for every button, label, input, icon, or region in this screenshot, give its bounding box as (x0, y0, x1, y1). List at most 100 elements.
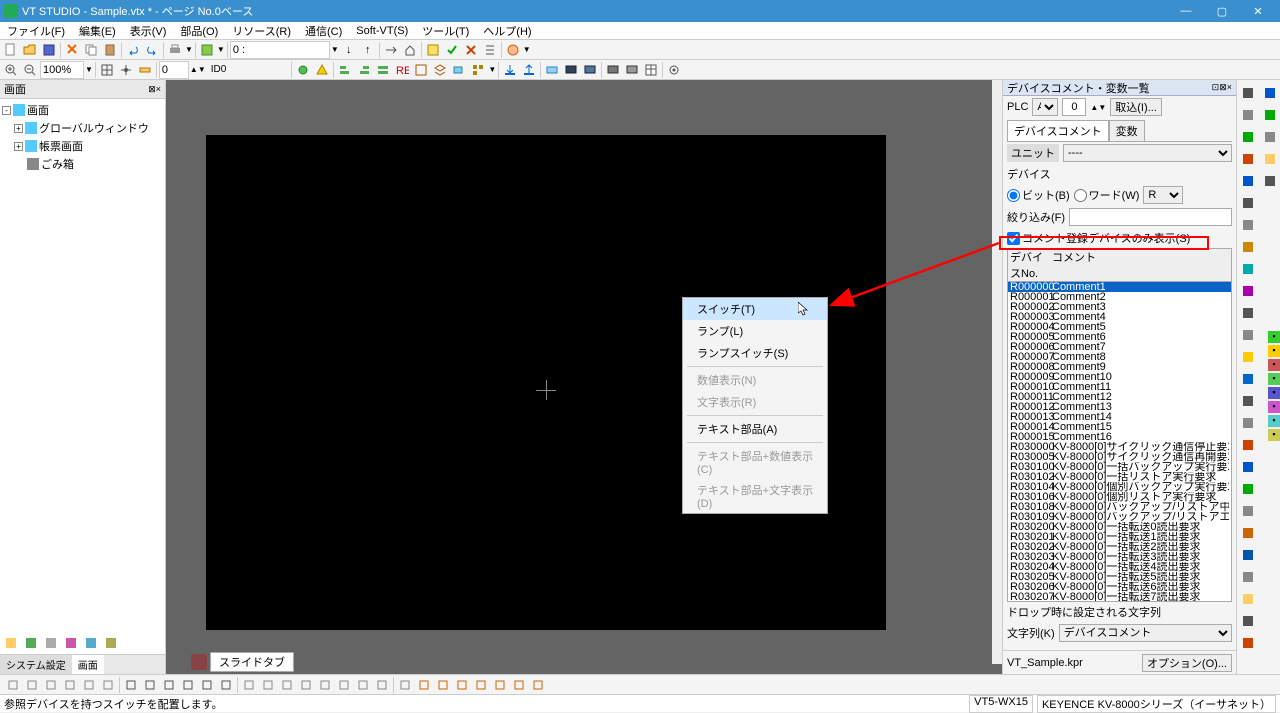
tree-item[interactable]: +グローバルウィンドウ (2, 119, 163, 137)
tab-screen[interactable]: 画面 (72, 655, 104, 674)
vtool-22-icon[interactable] (1238, 567, 1258, 587)
btm-tool-8-icon[interactable] (160, 676, 178, 694)
tree-item[interactable]: +帳票画面 (2, 137, 163, 155)
menu-item[interactable]: 部品(O) (173, 22, 225, 40)
tree-tool-1-icon[interactable] (2, 634, 20, 652)
btm-tool-20-icon[interactable] (396, 676, 414, 694)
page-up-icon[interactable]: ↑ (359, 41, 377, 59)
vtool-30-icon[interactable] (1260, 171, 1280, 191)
btm-tool-26-icon[interactable] (510, 676, 528, 694)
menu-item[interactable]: 編集(E) (72, 22, 123, 40)
vtool-17-icon[interactable] (1238, 457, 1258, 477)
zoom-combo[interactable] (40, 61, 84, 79)
btm-tool-24-icon[interactable] (472, 676, 490, 694)
btm-tool-14-icon[interactable] (278, 676, 296, 694)
vtool-5-icon[interactable] (1238, 193, 1258, 213)
right-edge-tools[interactable]: ▪▪ ▪▪ ▪▪ ▪▪ (1268, 330, 1280, 442)
option-button[interactable]: オプション(O)... (1142, 654, 1232, 672)
btm-tool-17-icon[interactable] (335, 676, 353, 694)
menu-item[interactable]: ヘルプ(H) (476, 22, 538, 40)
panel-pin-icon[interactable]: ⊡⊠× (1212, 82, 1232, 93)
menu-item[interactable]: 通信(C) (298, 22, 349, 40)
arrow-nav-icon[interactable] (382, 41, 400, 59)
slide-tab[interactable]: スライドタブ (210, 652, 294, 672)
vtool-20-icon[interactable] (1238, 523, 1258, 543)
panel-close-icon[interactable]: ⊠× (148, 84, 161, 95)
btm-tool-2-icon[interactable] (42, 676, 60, 694)
comment-only-checkbox[interactable]: コメント登録デバイスのみ表示(S) (1007, 230, 1190, 246)
canvas-scroll-v[interactable] (992, 80, 1002, 664)
vtool-10-icon[interactable] (1238, 303, 1258, 323)
slide-preview-icon[interactable] (190, 653, 208, 671)
word-type-select[interactable]: R (1143, 186, 1183, 204)
string-type-select[interactable]: デバイスコメント (1059, 624, 1232, 642)
vtool-3-icon[interactable] (1238, 149, 1258, 169)
device-list[interactable]: デバイスNo.コメント R000000Comment1R000001Commen… (1007, 248, 1232, 602)
tab-variable[interactable]: 変数 (1109, 120, 1145, 141)
connect-icon[interactable] (543, 61, 561, 79)
btm-tool-9-icon[interactable] (179, 676, 197, 694)
vtool-24-icon[interactable] (1238, 611, 1258, 631)
layer-icon[interactable] (431, 61, 449, 79)
vtool-13-icon[interactable] (1238, 369, 1258, 389)
minimize-button[interactable]: — (1168, 0, 1204, 22)
new-button[interactable] (2, 41, 20, 59)
tree-tool-6-icon[interactable] (102, 634, 120, 652)
alarm-icon[interactable] (313, 61, 331, 79)
btm-tool-19-icon[interactable] (373, 676, 391, 694)
btm-tool-5-icon[interactable] (99, 676, 117, 694)
btm-tool-12-icon[interactable] (240, 676, 258, 694)
vtool-4-icon[interactable] (1238, 171, 1258, 191)
print-button[interactable] (166, 41, 184, 59)
copy-button[interactable] (82, 41, 100, 59)
vtool-26-icon[interactable] (1260, 83, 1280, 103)
filter-input[interactable] (1069, 208, 1232, 226)
btm-tool-18-icon[interactable] (354, 676, 372, 694)
context-item[interactable]: ランプ(L) (683, 320, 827, 342)
export-icon[interactable] (520, 61, 538, 79)
page-combo[interactable] (230, 41, 330, 59)
btm-tool-0-icon[interactable] (4, 676, 22, 694)
vtool-25-icon[interactable] (1238, 633, 1258, 653)
btm-tool-21-icon[interactable] (415, 676, 433, 694)
vtool-21-icon[interactable] (1238, 545, 1258, 565)
btm-tool-10-icon[interactable] (198, 676, 216, 694)
sim-icon[interactable] (604, 61, 622, 79)
script-icon[interactable] (424, 41, 442, 59)
canvas-area[interactable]: スライドタブ (166, 80, 1002, 674)
validate-icon[interactable] (443, 41, 461, 59)
vtool-28-icon[interactable] (1260, 127, 1280, 147)
process-icon[interactable] (294, 61, 312, 79)
tab-system[interactable]: システム設定 (0, 655, 72, 674)
btm-tool-13-icon[interactable] (259, 676, 277, 694)
vtool-12-icon[interactable] (1238, 347, 1258, 367)
vtool-9-icon[interactable] (1238, 281, 1258, 301)
monitor1-icon[interactable] (562, 61, 580, 79)
vtool-29-icon[interactable] (1260, 149, 1280, 169)
vtool-11-icon[interactable] (1238, 325, 1258, 345)
zoom-out-icon[interactable] (21, 61, 39, 79)
vtool-27-icon[interactable] (1260, 105, 1280, 125)
menu-item[interactable]: Soft-VT(S) (349, 24, 415, 38)
close-button[interactable]: ✕ (1240, 0, 1276, 22)
tree-item[interactable]: -画面 (2, 101, 163, 119)
btm-tool-23-icon[interactable] (453, 676, 471, 694)
btm-tool-7-icon[interactable] (141, 676, 159, 694)
vtool-18-icon[interactable] (1238, 479, 1258, 499)
recording-icon[interactable]: REC (393, 61, 411, 79)
tag-icon[interactable] (450, 61, 468, 79)
tree-tool-2-icon[interactable] (22, 634, 40, 652)
cross-icon[interactable] (462, 41, 480, 59)
import-icon[interactable] (501, 61, 519, 79)
grid-icon[interactable] (98, 61, 116, 79)
context-item[interactable]: テキスト部品(A) (683, 418, 827, 440)
vtool-23-icon[interactable] (1238, 589, 1258, 609)
tab-order-button[interactable] (198, 41, 216, 59)
page-down-icon[interactable]: ↓ (340, 41, 358, 59)
bit-radio[interactable]: ビット(B) (1007, 187, 1070, 203)
tree-tool-4-icon[interactable] (62, 634, 80, 652)
table-icon[interactable] (642, 61, 660, 79)
monitor2-icon[interactable] (581, 61, 599, 79)
redo-button[interactable] (143, 41, 161, 59)
tab-device-comment[interactable]: デバイスコメント (1007, 120, 1109, 141)
